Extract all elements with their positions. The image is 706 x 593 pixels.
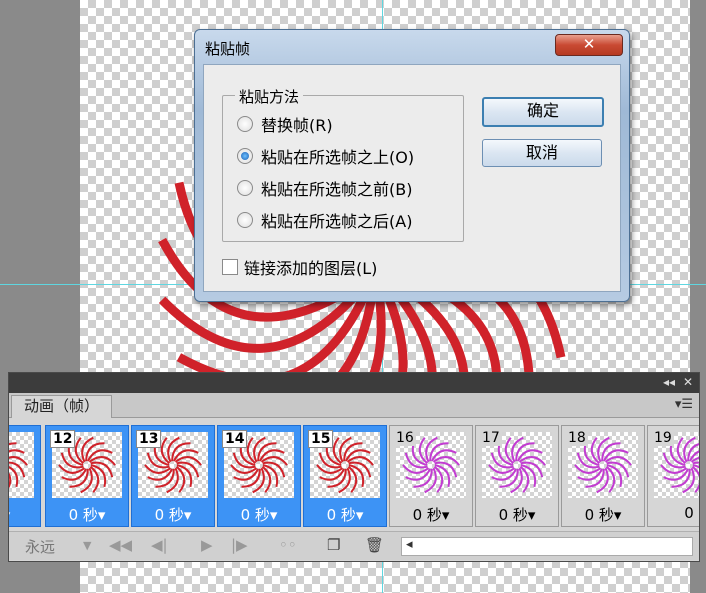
loop-dropdown-icon[interactable]: ▼ — [83, 539, 91, 552]
frame-number: 14 — [222, 430, 248, 448]
option-paste-over[interactable]: 粘贴在所选帧之上(O) — [237, 144, 414, 168]
frame-number: 19 — [652, 430, 674, 446]
option-replace-frames[interactable]: 替换帧(R) — [237, 112, 333, 136]
tween-icon[interactable]: ◦◦ — [279, 536, 297, 554]
frame-number: 15 — [308, 430, 334, 448]
panel-header: ◂◂ ✕ — [9, 373, 699, 393]
animation-frame[interactable]: 13 0 秒▾ — [131, 425, 215, 527]
collapse-icon[interactable]: ◂◂ — [663, 375, 675, 389]
frame-scrollbar[interactable]: ◂ — [401, 537, 693, 556]
option-label: 粘贴在所选帧之上(O) — [261, 148, 415, 167]
animation-toolbar: 永远 ▼ ◀◀ ◀| ▶ |▶ ◦◦ ❐ 🗑 ◂ — [9, 531, 699, 560]
panel-tabbar: 动画（帧） ▾☰ — [9, 393, 699, 418]
ok-button[interactable]: 确定 — [482, 97, 604, 127]
frame-number: 16 — [394, 430, 416, 446]
option-paste-after[interactable]: 粘贴在所选帧之后(A) — [237, 208, 412, 232]
frame-number: 17 — [480, 430, 502, 446]
scroll-left-icon[interactable]: ◂ — [406, 537, 413, 552]
option-label: 粘贴在所选帧之前(B) — [261, 180, 413, 199]
delete-frame-icon[interactable]: 🗑 — [365, 536, 384, 554]
radio-paste-over[interactable] — [237, 148, 253, 164]
animation-frame[interactable]: 12 0 秒▾ — [45, 425, 129, 527]
option-label: 粘贴在所选帧之后(A) — [261, 212, 413, 231]
frame-delay[interactable]: 0 秒▾ — [562, 504, 644, 525]
prev-frame-icon[interactable]: ◀| — [151, 536, 168, 554]
link-layers-label: 链接添加的图层(L) — [244, 259, 378, 278]
link-layers-checkbox[interactable] — [222, 259, 238, 275]
panel-menu-icon[interactable]: ▾☰ — [675, 397, 693, 412]
loop-select[interactable]: 永远 — [25, 536, 55, 557]
cancel-button[interactable]: 取消 — [482, 139, 602, 167]
frame-delay[interactable]: 0 秒▾ — [304, 504, 386, 525]
option-paste-before[interactable]: 粘贴在所选帧之前(B) — [237, 176, 412, 200]
animation-frame[interactable]: 19 0 — [647, 425, 699, 527]
dialog-close-button[interactable]: ✕ — [555, 34, 623, 56]
animation-frame[interactable]: 17 0 秒▾ — [475, 425, 559, 527]
tab-animation-frames[interactable]: 动画（帧） — [11, 395, 113, 418]
frame-strip: 秒▾120 秒▾130 秒▾140 秒▾150 秒▾160 秒▾170 秒▾18… — [9, 419, 699, 531]
frame-thumbnail — [9, 432, 34, 498]
option-label: 替换帧(R) — [261, 116, 333, 135]
frame-delay[interactable]: 0 — [648, 504, 699, 522]
radio-paste-after[interactable] — [237, 212, 253, 228]
radio-replace[interactable] — [237, 116, 253, 132]
animation-frame[interactable]: 14 0 秒▾ — [217, 425, 301, 527]
frame-delay[interactable]: 0 秒▾ — [390, 504, 472, 525]
link-layers-option[interactable]: 链接添加的图层(L) — [222, 255, 377, 279]
frame-number: 18 — [566, 430, 588, 446]
frame-number: 13 — [136, 430, 162, 448]
frame-delay[interactable]: 0 秒▾ — [46, 504, 128, 525]
animation-frame[interactable]: 秒▾ — [9, 425, 41, 527]
animation-frame[interactable]: 16 0 秒▾ — [389, 425, 473, 527]
animation-frame[interactable]: 15 0 秒▾ — [303, 425, 387, 527]
animation-frame[interactable]: 18 0 秒▾ — [561, 425, 645, 527]
frame-number: 12 — [50, 430, 76, 448]
next-frame-icon[interactable]: |▶ — [231, 536, 248, 554]
dialog-title: 粘贴帧 — [205, 40, 251, 58]
paste-method-group: 粘贴方法 替换帧(R) 粘贴在所选帧之上(O) 粘贴在所选帧之前(B) 粘贴在所… — [222, 86, 464, 242]
paste-frames-dialog: 粘贴帧 ✕ 粘贴方法 替换帧(R) 粘贴在所选帧之上(O) 粘贴在所选帧之前(B… — [194, 29, 630, 302]
first-frame-icon[interactable]: ◀◀ — [109, 536, 132, 554]
animation-panel: ◂◂ ✕ 动画（帧） ▾☰ 秒▾ 12 0 秒▾ 13 0 秒▾ 14 0 秒▾ 15 0 秒▾… — [8, 372, 700, 562]
frame-delay[interactable]: 0 秒▾ — [218, 504, 300, 525]
frame-delay[interactable]: 秒▾ — [9, 504, 40, 525]
radio-paste-before[interactable] — [237, 180, 253, 196]
frame-delay[interactable]: 0 秒▾ — [132, 504, 214, 525]
frame-delay[interactable]: 0 秒▾ — [476, 504, 558, 525]
paste-method-legend: 粘贴方法 — [235, 86, 304, 107]
new-frame-icon[interactable]: ❐ — [327, 536, 340, 554]
dialog-body: 粘贴方法 替换帧(R) 粘贴在所选帧之上(O) 粘贴在所选帧之前(B) 粘贴在所… — [203, 64, 621, 292]
play-icon[interactable]: ▶ — [201, 536, 213, 554]
panel-close-icon[interactable]: ✕ — [683, 375, 693, 389]
